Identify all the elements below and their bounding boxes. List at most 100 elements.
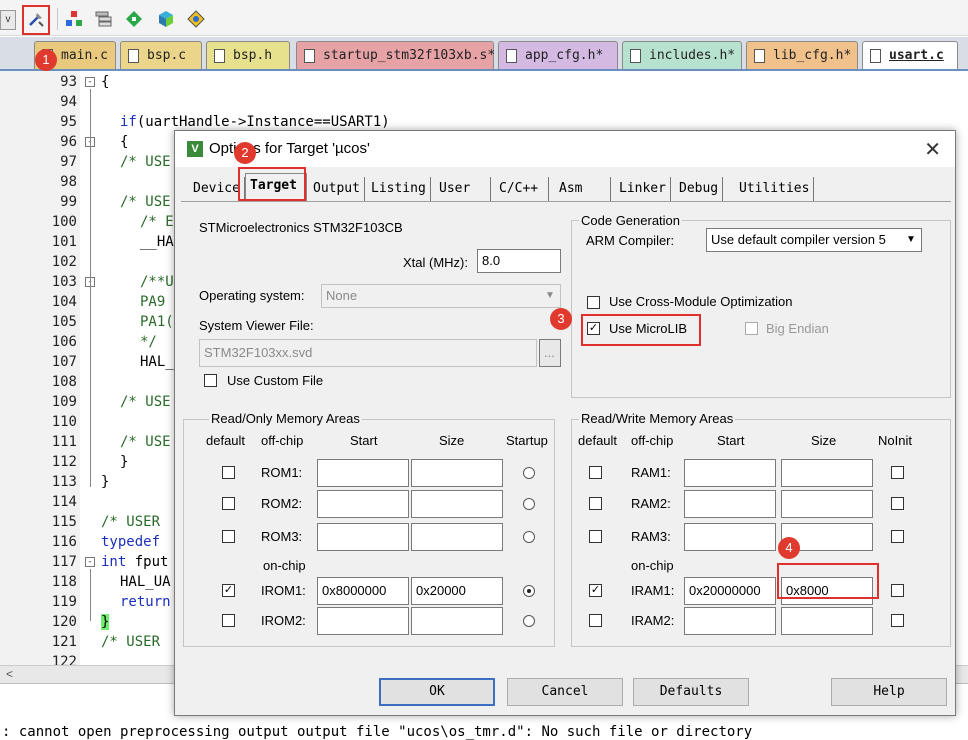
startup-radio[interactable] xyxy=(523,531,535,543)
code-line: /* E xyxy=(140,214,174,230)
tab-output[interactable]: Output xyxy=(309,177,365,201)
rw-size-input[interactable] xyxy=(781,459,873,487)
tab-utilities[interactable]: Utilities xyxy=(735,177,815,201)
defaults-button[interactable]: Defaults xyxy=(633,678,749,706)
rw-start-input[interactable] xyxy=(684,459,776,487)
line-number: 96 xyxy=(60,134,77,150)
file-icon xyxy=(754,49,765,63)
noinit-checkbox[interactable] xyxy=(891,497,904,510)
rw-default-checkbox[interactable] xyxy=(589,614,602,627)
ro-default-checkbox[interactable] xyxy=(222,614,235,627)
rw-start-input[interactable] xyxy=(684,490,776,518)
file-icon xyxy=(506,49,517,63)
file-icon xyxy=(128,49,139,63)
rw-size-input[interactable] xyxy=(781,607,873,635)
tab-startup-s[interactable]: startup_stm32f103xb.s* xyxy=(296,41,495,69)
noinit-checkbox[interactable] xyxy=(891,584,904,597)
ro-default-checkbox[interactable] xyxy=(222,530,235,543)
ro-start-input[interactable] xyxy=(317,523,409,551)
ro-default-checkbox[interactable] xyxy=(222,466,235,479)
tab-listing[interactable]: Listing xyxy=(367,177,431,201)
rw-default-checkbox[interactable] xyxy=(589,497,602,510)
ro-size-input[interactable] xyxy=(411,523,503,551)
noinit-checkbox[interactable] xyxy=(891,614,904,627)
tab-bsp-c[interactable]: bsp.c xyxy=(120,41,202,69)
ro-start-input[interactable] xyxy=(317,459,409,487)
close-icon[interactable]: ✕ xyxy=(924,137,941,162)
tab-label: usart.c xyxy=(889,48,944,63)
line-number: 118 xyxy=(51,574,77,590)
code-line: /**U xyxy=(140,274,174,290)
tab-label: main.c xyxy=(61,48,108,63)
line-number: 115 xyxy=(51,514,77,530)
fold-minus-icon[interactable]: - xyxy=(85,557,95,567)
tab-app-cfg-h[interactable]: app_cfg.h* xyxy=(498,41,618,69)
os-value: None xyxy=(326,288,358,303)
rw-default-checkbox[interactable] xyxy=(589,466,602,479)
compiler-select[interactable]: Use default compiler version 5 ▼ xyxy=(706,228,922,252)
tab-c-cpp[interactable]: C/C++ xyxy=(495,177,549,201)
line-number: 97 xyxy=(60,154,77,170)
step-badge-1: 1 xyxy=(35,49,57,71)
rw-start-input[interactable] xyxy=(684,523,776,551)
tab-user[interactable]: User xyxy=(435,177,491,201)
manage-components-icon[interactable] xyxy=(64,9,84,29)
rw-default-checkbox[interactable] xyxy=(589,530,602,543)
run-time-env-icon[interactable] xyxy=(186,9,206,29)
ro-start-input[interactable]: 0x8000000 xyxy=(317,577,409,605)
tab-debug[interactable]: Debug xyxy=(675,177,724,201)
ro-header: Start xyxy=(350,433,378,448)
file-extensions-icon[interactable] xyxy=(94,9,114,29)
ro-size-input[interactable] xyxy=(411,490,503,518)
noinit-checkbox[interactable] xyxy=(891,530,904,543)
big-endian-checkbox[interactable] xyxy=(745,322,758,335)
pack-installer-icon[interactable] xyxy=(156,9,176,29)
rw-default-checkbox[interactable]: ✓ xyxy=(589,584,602,597)
line-number: 114 xyxy=(51,494,77,510)
cross-module-checkbox[interactable] xyxy=(587,296,600,309)
xtal-input[interactable]: 8.0 xyxy=(477,249,561,273)
cancel-button[interactable]: Cancel xyxy=(507,678,623,706)
tab-usart-c[interactable]: usart.c xyxy=(862,41,958,69)
ro-default-checkbox[interactable] xyxy=(222,497,235,510)
rw-start-input[interactable] xyxy=(684,607,776,635)
fold-line xyxy=(90,569,91,621)
scroll-left-icon[interactable]: < xyxy=(6,667,13,681)
rw-row-name: RAM1: xyxy=(631,465,671,480)
line-number: 99 xyxy=(60,194,77,210)
svd-browse-button[interactable]: ... xyxy=(539,339,561,367)
toolbar-dropdown-button[interactable]: v xyxy=(0,10,16,30)
ro-start-input[interactable] xyxy=(317,490,409,518)
tab-lib-cfg-h[interactable]: lib_cfg.h* xyxy=(746,41,858,69)
ro-header: default xyxy=(206,433,246,448)
startup-radio[interactable] xyxy=(523,498,535,510)
noinit-checkbox[interactable] xyxy=(891,466,904,479)
custom-file-checkbox[interactable] xyxy=(204,374,217,387)
ok-button[interactable]: OK xyxy=(379,678,495,706)
tab-device[interactable]: Device xyxy=(189,177,245,201)
tab-bsp-h[interactable]: bsp.h xyxy=(206,41,290,69)
select-packs-icon[interactable] xyxy=(124,9,144,29)
tab-asm[interactable]: Asm xyxy=(555,177,611,201)
help-button[interactable]: Help xyxy=(831,678,947,706)
tab-includes-h[interactable]: includes.h* xyxy=(622,41,742,69)
startup-radio[interactable] xyxy=(523,467,535,479)
file-icon xyxy=(630,49,641,63)
code-line: PA9 xyxy=(140,294,166,310)
startup-radio[interactable] xyxy=(523,615,535,627)
line-number: 107 xyxy=(51,354,77,370)
ro-start-input[interactable] xyxy=(317,607,409,635)
line-number: 121 xyxy=(51,634,77,650)
code-line: } xyxy=(101,614,110,630)
ro-size-input[interactable] xyxy=(411,607,503,635)
rw-start-input[interactable]: 0x20000000 xyxy=(684,577,776,605)
tab-linker[interactable]: Linker xyxy=(615,177,671,201)
os-select[interactable]: None ▼ xyxy=(321,284,561,308)
svd-input[interactable]: STM32F103xx.svd xyxy=(199,339,537,367)
startup-radio[interactable] xyxy=(523,585,535,597)
ro-size-input[interactable] xyxy=(411,459,503,487)
ro-default-checkbox[interactable]: ✓ xyxy=(222,584,235,597)
ro-size-input[interactable]: 0x20000 xyxy=(411,577,503,605)
fold-minus-icon[interactable]: - xyxy=(85,77,95,87)
rw-size-input[interactable] xyxy=(781,490,873,518)
